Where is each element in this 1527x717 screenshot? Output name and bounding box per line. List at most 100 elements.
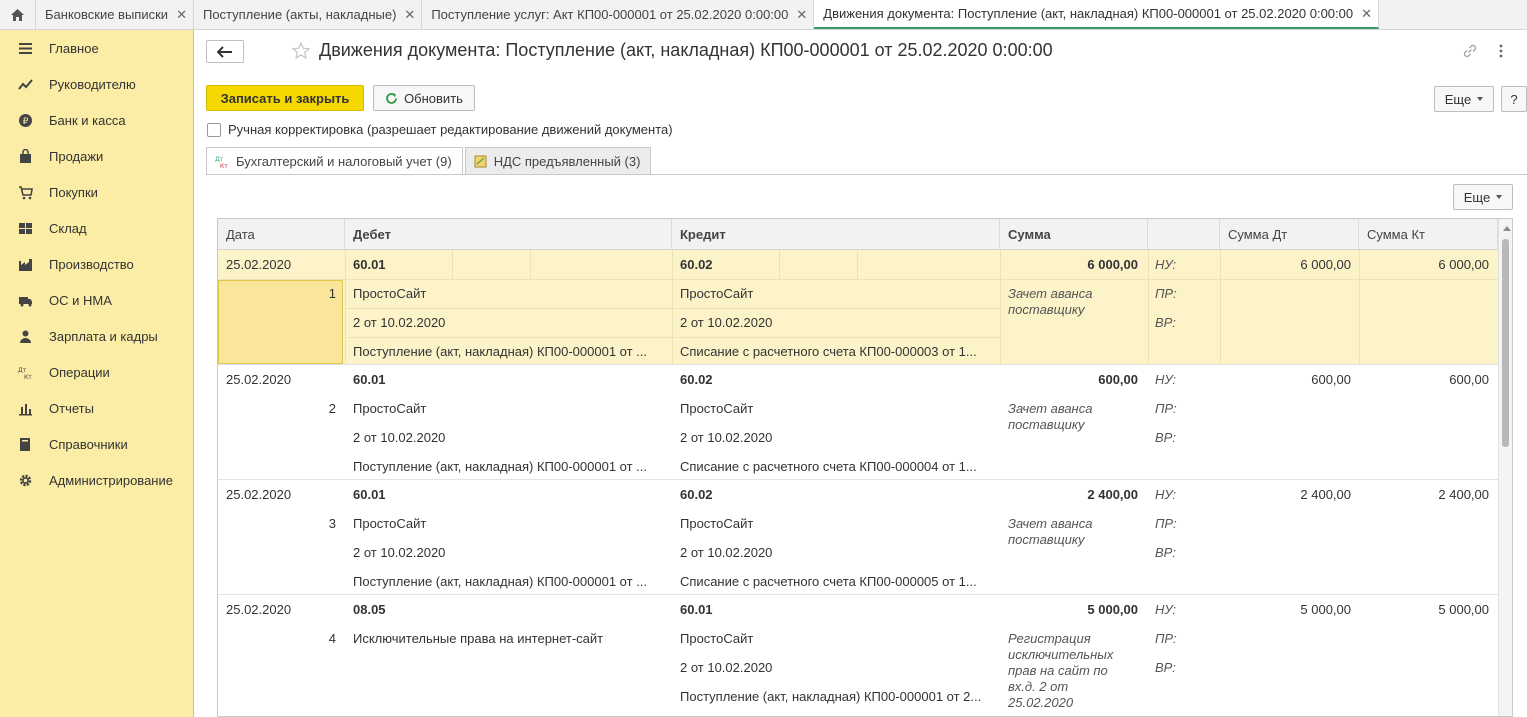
scroll-up-icon[interactable] bbox=[1503, 226, 1511, 231]
row-number: 1 bbox=[328, 286, 336, 301]
row-divider bbox=[218, 279, 1498, 280]
sidebar-item-warehouse[interactable]: Склад bbox=[0, 210, 193, 246]
home-icon bbox=[11, 8, 24, 21]
refresh-button[interactable]: Обновить bbox=[373, 85, 475, 111]
tab-document-movements[interactable]: Движения документа: Поступление (акт, на… bbox=[814, 0, 1380, 29]
grid-icon bbox=[17, 220, 33, 236]
sidebar-item-director[interactable]: Руководителю bbox=[0, 66, 193, 102]
more-label: Еще bbox=[1444, 91, 1472, 107]
tab-accounting-register[interactable]: Дт Кт Бухгалтерский и налоговый учет (9) bbox=[206, 147, 463, 175]
sidebar-item-assets[interactable]: ОС и НМА bbox=[0, 282, 193, 318]
sidebar-item-bank[interactable]: ₽ Банк и касса bbox=[0, 102, 193, 138]
sidebar-item-salary[interactable]: Зарплата и кадры bbox=[0, 318, 193, 354]
column-sum-dt[interactable]: Сумма Дт bbox=[1220, 219, 1359, 250]
table-row[interactable]: 25.02.2020 2 60.01 ПростоСайт 2 от 10.02… bbox=[218, 365, 1498, 480]
sidebar-item-main[interactable]: Главное bbox=[0, 30, 193, 66]
debit-subconto-2: 2 от 10.02.2020 bbox=[353, 315, 446, 330]
column-date[interactable]: Дата bbox=[218, 219, 345, 250]
vertical-scrollbar[interactable] bbox=[1498, 219, 1512, 716]
credit-subconto-2: 2 от 10.02.2020 bbox=[680, 430, 773, 445]
tab-label: Движения документа: Поступление (акт, на… bbox=[823, 6, 1354, 21]
nu-label: НУ: bbox=[1155, 372, 1177, 387]
content-line: прав на сайт по bbox=[1008, 663, 1108, 678]
column-type[interactable] bbox=[1148, 219, 1220, 250]
sidebar-item-production[interactable]: Производство bbox=[0, 246, 193, 282]
sidebar-item-label: Производство bbox=[49, 256, 134, 272]
column-sum-kt[interactable]: Сумма Кт bbox=[1359, 219, 1498, 250]
column-debit[interactable]: Дебет bbox=[345, 219, 672, 250]
tab-vat-register[interactable]: НДС предъявленный (3) bbox=[464, 147, 652, 174]
chevron-down-icon bbox=[1477, 97, 1484, 101]
sidebar-item-sales[interactable]: Продажи bbox=[0, 138, 193, 174]
debit-subconto-3: Поступление (акт, накладная) КП00-000001… bbox=[353, 574, 648, 589]
tab-receipt-services[interactable]: Поступление услуг: Акт КП00-000001 от 25… bbox=[422, 0, 815, 29]
home-button[interactable] bbox=[0, 0, 36, 29]
scroll-thumb[interactable] bbox=[1502, 239, 1509, 447]
bar-chart-icon bbox=[17, 400, 33, 416]
manual-correction-checkbox[interactable] bbox=[207, 122, 221, 137]
register-tabs: Дт Кт Бухгалтерский и налоговый учет (9) … bbox=[206, 147, 653, 175]
tab-bank-statements[interactable]: Банковские выписки ✕ bbox=[36, 0, 194, 29]
date-cell: 25.02.2020 bbox=[226, 257, 292, 272]
close-icon[interactable]: ✕ bbox=[796, 7, 807, 23]
sidebar-item-label: ОС и НМА bbox=[49, 292, 112, 308]
sum-cell: 5 000,00 bbox=[1087, 602, 1138, 617]
table-row[interactable]: 25.02.2020 3 60.01 ПростоСайт 2 от 10.02… bbox=[218, 480, 1498, 595]
sum-dt-cell: 5 000,00 bbox=[1300, 602, 1351, 617]
vr-label: ВР: bbox=[1155, 430, 1176, 445]
tab-receipts-list[interactable]: Поступление (акты, накладные) ✕ bbox=[194, 0, 423, 29]
sum-cell: 600,00 bbox=[1098, 372, 1138, 387]
table-row[interactable]: 25.02.2020 1 60.01 ПростоСайт 2 от 10.02… bbox=[218, 250, 1498, 365]
nu-label: НУ: bbox=[1155, 602, 1177, 617]
sidebar-item-label: Администрирование bbox=[49, 472, 173, 488]
truck-icon bbox=[17, 292, 33, 308]
credit-subconto-2: 2 от 10.02.2020 bbox=[680, 315, 773, 330]
cart-icon bbox=[17, 184, 33, 200]
content-line: поставщику bbox=[1008, 532, 1085, 547]
sidebar-item-purchases[interactable]: Покупки bbox=[0, 174, 193, 210]
dt-kt-icon: ДтКт bbox=[17, 364, 33, 380]
svg-text:Кт: Кт bbox=[220, 163, 228, 169]
content-line: Регистрация bbox=[1008, 631, 1091, 646]
close-icon[interactable]: ✕ bbox=[1361, 6, 1372, 22]
close-icon[interactable]: ✕ bbox=[176, 7, 187, 23]
link-icon[interactable] bbox=[1461, 42, 1479, 60]
column-credit[interactable]: Кредит bbox=[672, 219, 1000, 250]
credit-subconto-1: ПростоСайт bbox=[680, 401, 754, 416]
more-vertical-icon[interactable] bbox=[1493, 42, 1509, 60]
more-button[interactable]: Еще bbox=[1434, 86, 1494, 112]
star-icon[interactable] bbox=[291, 41, 311, 61]
table-row[interactable]: 25.02.2020 4 08.05 Исключительные права … bbox=[218, 595, 1498, 716]
sum-dt-cell: 600,00 bbox=[1311, 372, 1351, 387]
column-divider bbox=[779, 250, 780, 279]
menu-icon bbox=[17, 40, 33, 56]
sidebar-item-admin[interactable]: Администрирование bbox=[0, 462, 193, 498]
column-sum[interactable]: Сумма bbox=[1000, 219, 1148, 250]
credit-account: 60.02 bbox=[680, 372, 713, 387]
close-icon[interactable]: ✕ bbox=[404, 7, 415, 23]
debit-subconto-3: Поступление (акт, накладная) КП00-000001… bbox=[353, 459, 648, 474]
back-button[interactable] bbox=[206, 40, 244, 63]
row-number: 2 bbox=[328, 401, 336, 416]
save-and-close-button[interactable]: Записать и закрыть bbox=[206, 85, 364, 111]
book-icon bbox=[17, 436, 33, 452]
sidebar-item-catalogs[interactable]: Справочники bbox=[0, 426, 193, 462]
more-label: Еще bbox=[1463, 189, 1491, 205]
column-divider bbox=[672, 250, 673, 365]
dt-kt-icon: ДтКт bbox=[215, 156, 228, 169]
table-more-button[interactable]: Еще bbox=[1453, 184, 1513, 210]
credit-account: 60.01 bbox=[680, 602, 713, 617]
sidebar-item-reports[interactable]: Отчеты bbox=[0, 390, 193, 426]
column-divider bbox=[345, 250, 346, 365]
help-button[interactable]: ? bbox=[1501, 86, 1527, 112]
factory-icon bbox=[17, 256, 33, 272]
vr-label: ВР: bbox=[1155, 660, 1176, 675]
nu-label: НУ: bbox=[1155, 487, 1177, 502]
credit-subconto-3: Списание с расчетного счета КП00-000004 … bbox=[680, 459, 977, 474]
debit-subconto-1: ПростоСайт bbox=[353, 516, 427, 531]
sidebar-item-label: Зарплата и кадры bbox=[49, 328, 158, 344]
sidebar-item-operations[interactable]: Дт Кт Операции bbox=[0, 354, 193, 390]
svg-text:₽: ₽ bbox=[22, 117, 28, 127]
pr-label: ПР: bbox=[1155, 286, 1177, 301]
column-divider bbox=[1000, 250, 1001, 365]
